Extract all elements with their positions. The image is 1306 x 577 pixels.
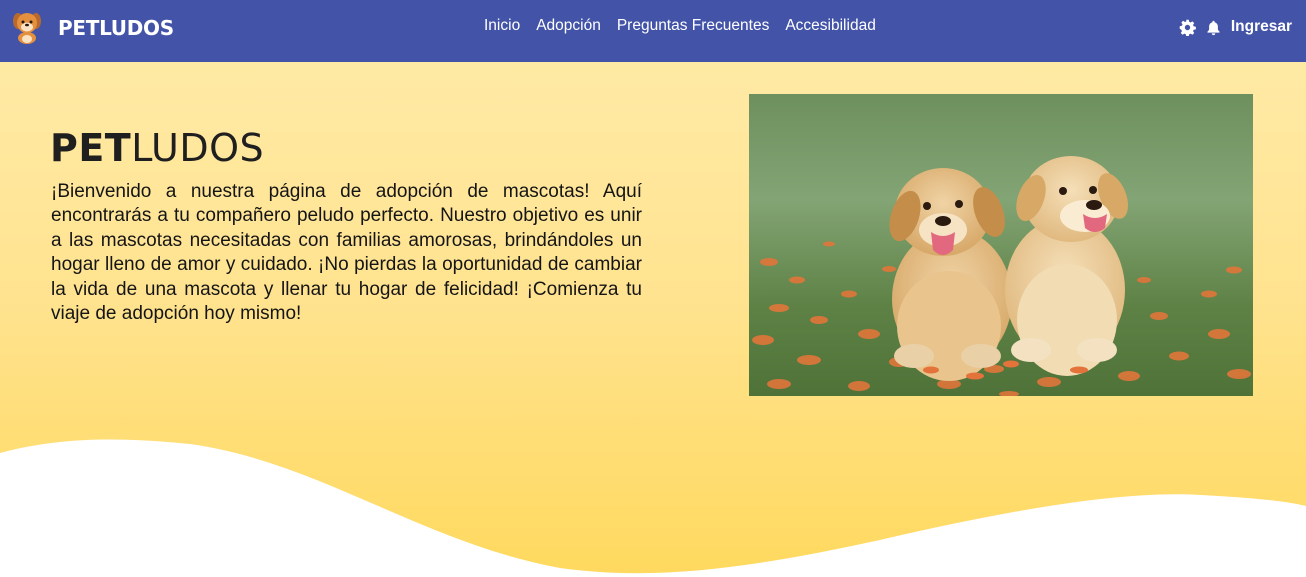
hero-title-light: LUDOS	[131, 126, 265, 170]
login-link[interactable]: Ingresar	[1231, 18, 1292, 36]
gear-icon[interactable]	[1179, 19, 1196, 36]
nav-link-inicio[interactable]: Inicio	[484, 17, 520, 37]
nav-links: Inicio Adopción Preguntas Frecuentes Acc…	[484, 17, 876, 37]
nav-actions: Ingresar	[1179, 16, 1292, 38]
hero-section: PETLUDOS ¡Bienvenido a nuestra página de…	[0, 62, 1306, 577]
nav-link-accesibilidad[interactable]: Accesibilidad	[785, 17, 875, 37]
top-navbar: PETLUDOS Inicio Adopción Preguntas Frecu…	[0, 0, 1306, 62]
dog-logo-icon	[13, 13, 41, 44]
bell-icon[interactable]	[1205, 19, 1222, 36]
hero-title: PETLUDOS	[50, 126, 264, 170]
wave-divider	[0, 439, 1306, 577]
brand-name: PETLUDOS	[58, 16, 174, 40]
nav-link-preguntas-frecuentes[interactable]: Preguntas Frecuentes	[617, 17, 770, 37]
brand[interactable]: PETLUDOS	[12, 10, 174, 44]
hero-description: ¡Bienvenido a nuestra página de adopción…	[51, 181, 642, 325]
nav-link-adopcion[interactable]: Adopción	[536, 17, 601, 37]
hero-title-bold: PET	[50, 126, 132, 170]
puppies-photo	[749, 94, 1253, 396]
